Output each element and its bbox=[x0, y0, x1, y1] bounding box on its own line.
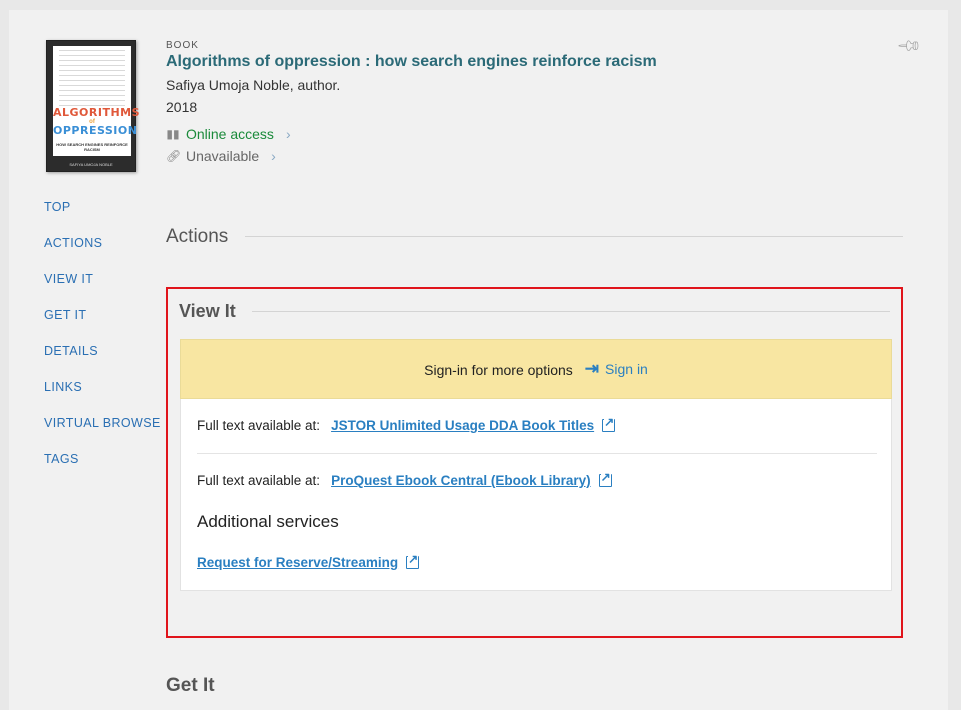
record-type: BOOK bbox=[166, 40, 199, 51]
record-panel: ALGORITHMS of OPPRESSION HOW SEARCH ENGI… bbox=[9, 10, 948, 710]
actions-heading: Actions bbox=[166, 226, 229, 247]
unavailable-label: Unavailable bbox=[186, 148, 260, 164]
pin-icon[interactable]: 📌︎ bbox=[895, 32, 924, 61]
nav-virtual-browse[interactable]: VIRTUAL BROWSE bbox=[44, 416, 161, 452]
signin-button[interactable]: ⇥ Sign in bbox=[585, 359, 648, 379]
signin-banner: Sign-in for more options ⇥ Sign in bbox=[180, 339, 892, 399]
sign-in-icon: ⇥ bbox=[584, 359, 600, 378]
request-reserve-link[interactable]: Request for Reserve/Streaming bbox=[197, 555, 398, 570]
external-link-icon[interactable] bbox=[602, 416, 616, 432]
book-cover[interactable]: ALGORITHMS of OPPRESSION HOW SEARCH ENGI… bbox=[46, 40, 141, 172]
full-text-label: Full text available at: bbox=[197, 473, 321, 488]
view-it-section: View It Sign-in for more options ⇥ Sign … bbox=[166, 287, 903, 638]
nav-details[interactable]: DETAILS bbox=[44, 344, 161, 380]
unavailable-link[interactable]: 🔗︎ Unavailable › bbox=[166, 148, 276, 164]
full-text-row: Full text available at: ProQuest Ebook C… bbox=[197, 471, 612, 488]
nav-actions[interactable]: ACTIONS bbox=[44, 236, 161, 272]
chevron-right-icon: › bbox=[271, 148, 276, 164]
online-access-label: Online access bbox=[186, 126, 274, 142]
external-link-icon[interactable] bbox=[598, 471, 612, 487]
book-icon: ▮▮ bbox=[166, 127, 180, 141]
online-access-link[interactable]: ▮▮ Online access › bbox=[166, 126, 291, 142]
cover-title-line2: OPPRESSION bbox=[53, 124, 138, 137]
link-icon: 🔗︎ bbox=[166, 149, 182, 163]
record-year: 2018 bbox=[166, 99, 198, 115]
record-title[interactable]: Algorithms of oppression : how search en… bbox=[166, 53, 657, 71]
cover-page: ALGORITHMS of OPPRESSION HOW SEARCH ENGI… bbox=[53, 46, 141, 156]
nav-links[interactable]: LINKS bbox=[44, 380, 161, 416]
signin-label: Sign in bbox=[605, 361, 648, 377]
section-nav: TOP ACTIONS VIEW IT GET IT DETAILS LINKS… bbox=[44, 200, 161, 488]
chevron-right-icon: › bbox=[285, 126, 291, 142]
full-text-label: Full text available at: bbox=[197, 418, 321, 433]
nav-tags[interactable]: TAGS bbox=[44, 452, 161, 488]
cover-author: SAFIYA UMOJA NOBLE bbox=[69, 162, 113, 167]
view-it-divider bbox=[252, 311, 890, 312]
row-divider bbox=[197, 453, 877, 454]
nav-top[interactable]: TOP bbox=[44, 200, 161, 236]
full-text-card: Full text available at: JSTOR Unlimited … bbox=[180, 399, 892, 591]
actions-divider bbox=[245, 236, 903, 237]
cover-text-lines bbox=[59, 50, 125, 106]
full-text-row: Full text available at: JSTOR Unlimited … bbox=[197, 416, 616, 433]
external-link-icon[interactable] bbox=[406, 553, 420, 569]
proquest-link[interactable]: ProQuest Ebook Central (Ebook Library) bbox=[331, 473, 591, 488]
request-row: Request for Reserve/Streaming bbox=[197, 553, 420, 570]
signin-prompt: Sign-in for more options bbox=[424, 362, 573, 378]
additional-services-heading: Additional services bbox=[197, 512, 339, 531]
get-it-heading: Get It bbox=[166, 675, 215, 696]
view-it-heading: View It bbox=[179, 301, 236, 321]
record-author: Safiya Umoja Noble, author. bbox=[166, 77, 341, 93]
jstor-link[interactable]: JSTOR Unlimited Usage DDA Book Titles bbox=[331, 418, 594, 433]
cover-subtitle: HOW SEARCH ENGINES REINFORCE RACISM bbox=[56, 142, 128, 152]
cover-title-line1: ALGORITHMS bbox=[53, 106, 141, 119]
nav-view-it[interactable]: VIEW IT bbox=[44, 272, 161, 308]
nav-get-it[interactable]: GET IT bbox=[44, 308, 161, 344]
